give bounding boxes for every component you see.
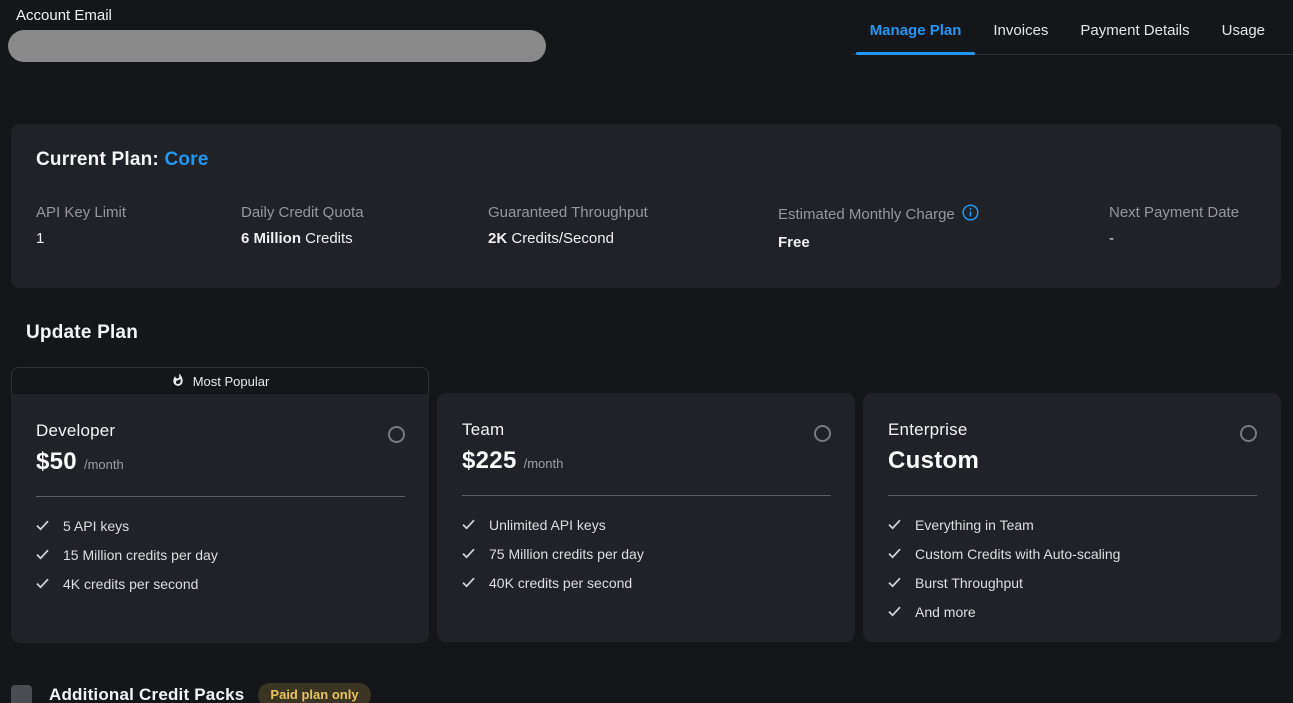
page-header: Account Email Manage Plan Invoices Payme… xyxy=(0,0,1293,62)
plan-radio-developer[interactable] xyxy=(388,426,405,443)
current-plan-name: Core xyxy=(164,149,208,170)
feature-label: 4K credits per second xyxy=(63,576,198,592)
tab-invoices[interactable]: Invoices xyxy=(977,14,1064,54)
feature-item: 75 Million credits per day xyxy=(462,546,831,562)
feature-item: 5 API keys xyxy=(36,518,405,534)
stat-value: Credits/Second xyxy=(507,230,614,247)
billing-tabs: Manage Plan Invoices Payment Details Usa… xyxy=(852,14,1293,55)
stat-label: Guaranteed Throughput xyxy=(488,204,648,221)
check-icon xyxy=(888,575,901,591)
plan-card-team[interactable]: Team $225 /month Unlimited API keys 75 M… xyxy=(437,393,855,642)
feature-label: 15 Million credits per day xyxy=(63,547,218,563)
stat-label: Next Payment Date xyxy=(1109,204,1239,221)
stat-next-payment-date: Next Payment Date - xyxy=(1109,204,1256,251)
check-icon xyxy=(888,546,901,562)
feature-item: Unlimited API keys xyxy=(462,517,831,533)
check-icon xyxy=(36,547,49,563)
current-plan-stats: API Key Limit 1 Daily Credit Quota 6 Mil… xyxy=(36,204,1256,251)
check-icon xyxy=(462,546,475,562)
stat-api-key-limit: API Key Limit 1 xyxy=(36,204,241,251)
tab-payment-details[interactable]: Payment Details xyxy=(1064,14,1205,54)
feature-label: Unlimited API keys xyxy=(489,517,606,533)
plan-name: Developer xyxy=(36,421,124,441)
check-icon xyxy=(888,604,901,620)
additional-credit-packs-checkbox[interactable] xyxy=(11,685,32,703)
current-plan-card: Current Plan: Core API Key Limit 1 Daily… xyxy=(11,124,1281,288)
tab-manage-plan[interactable]: Manage Plan xyxy=(854,14,978,54)
stat-value: 1 xyxy=(36,230,44,247)
paid-plan-only-badge: Paid plan only xyxy=(258,683,370,703)
account-email-label: Account Email xyxy=(16,7,546,24)
most-popular-label: Most Popular xyxy=(193,374,270,389)
plan-name: Team xyxy=(462,420,563,440)
feature-item: Custom Credits with Auto-scaling xyxy=(888,546,1257,562)
feature-label: Custom Credits with Auto-scaling xyxy=(915,546,1120,562)
plan-price: Custom xyxy=(888,447,979,475)
stat-value-bold: Free xyxy=(778,234,810,251)
plan-period: /month xyxy=(524,456,564,471)
feature-item: Everything in Team xyxy=(888,517,1257,533)
plan-name: Enterprise xyxy=(888,420,986,440)
plan-price: $50 xyxy=(36,448,77,476)
additional-credit-packs-row: Additional Credit Packs Paid plan only xyxy=(11,683,1281,703)
feature-label: 75 Million credits per day xyxy=(489,546,644,562)
feature-item: 4K credits per second xyxy=(36,576,405,592)
info-icon[interactable] xyxy=(962,204,979,225)
stat-estimated-monthly-charge: Estimated Monthly Charge Free xyxy=(778,204,1109,251)
stat-label: Daily Credit Quota xyxy=(241,204,364,221)
divider xyxy=(36,496,405,497)
check-icon xyxy=(36,576,49,592)
stat-value: Credits xyxy=(301,230,353,247)
check-icon xyxy=(888,517,901,533)
feature-label: Everything in Team xyxy=(915,517,1034,533)
check-icon xyxy=(36,518,49,534)
flame-icon xyxy=(171,373,185,390)
feature-item: 40K credits per second xyxy=(462,575,831,591)
feature-item: And more xyxy=(888,604,1257,620)
stat-value-bold: 2K xyxy=(488,230,507,247)
stat-label: Estimated Monthly Charge xyxy=(778,206,955,223)
current-plan-title-prefix: Current Plan: xyxy=(36,149,164,170)
feature-label: 40K credits per second xyxy=(489,575,632,591)
account-email-group: Account Email xyxy=(8,7,546,62)
update-plan-heading: Update Plan xyxy=(26,322,1293,344)
account-email-input[interactable] xyxy=(8,30,546,62)
tab-usage[interactable]: Usage xyxy=(1206,14,1293,54)
feature-label: Burst Throughput xyxy=(915,575,1023,591)
plan-period: /month xyxy=(84,457,124,472)
plan-radio-team[interactable] xyxy=(814,425,831,442)
feature-item: Burst Throughput xyxy=(888,575,1257,591)
plan-radio-enterprise[interactable] xyxy=(1240,425,1257,442)
feature-label: 5 API keys xyxy=(63,518,129,534)
additional-credit-packs-label: Additional Credit Packs xyxy=(49,685,244,703)
current-plan-title: Current Plan: Core xyxy=(36,149,1256,171)
check-icon xyxy=(462,517,475,533)
plan-card-enterprise[interactable]: Enterprise Custom Everything in Team Cus… xyxy=(863,393,1281,642)
divider xyxy=(888,495,1257,496)
stat-guaranteed-throughput: Guaranteed Throughput 2K Credits/Second xyxy=(488,204,778,251)
stat-value-bold: 6 Million xyxy=(241,230,301,247)
check-icon xyxy=(462,575,475,591)
stat-label: API Key Limit xyxy=(36,204,126,221)
most-popular-banner: Most Popular xyxy=(11,367,429,394)
feature-item: 15 Million credits per day xyxy=(36,547,405,563)
feature-label: And more xyxy=(915,604,976,620)
plans-row: Most Popular Developer $50 /month 5 API … xyxy=(11,367,1281,643)
plan-price: $225 xyxy=(462,447,517,475)
stat-daily-credit-quota: Daily Credit Quota 6 Million Credits xyxy=(241,204,488,251)
divider xyxy=(462,495,831,496)
plan-card-developer[interactable]: Most Popular Developer $50 /month 5 API … xyxy=(11,367,429,643)
stat-value: - xyxy=(1109,230,1114,247)
